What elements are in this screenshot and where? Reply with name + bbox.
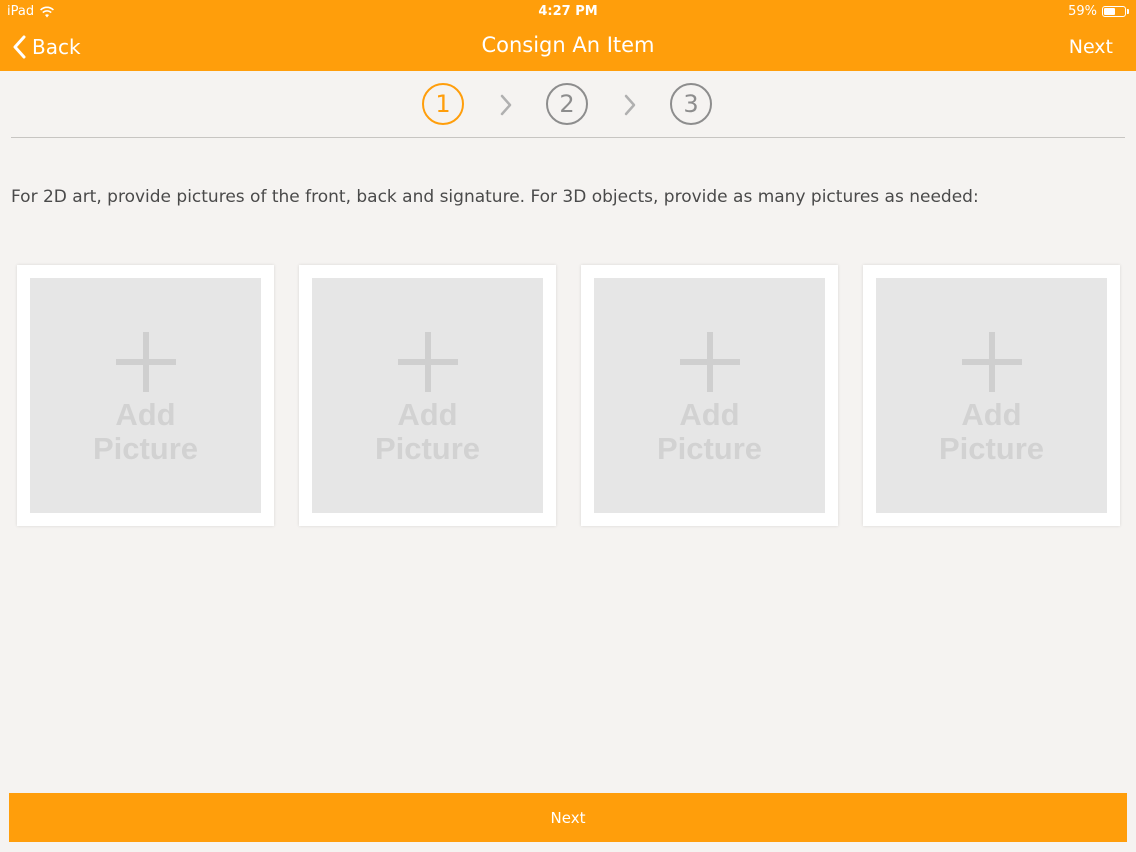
chevron-right-icon — [500, 94, 512, 116]
page-title: Consign An Item — [481, 33, 655, 57]
add-picture-label: Add Picture — [876, 398, 1107, 466]
battery-tip — [1127, 9, 1129, 14]
plus-icon — [398, 332, 458, 392]
chevron-right-icon — [624, 94, 636, 116]
step-2: 2 — [546, 83, 588, 125]
status-bar: iPad 4:27 PM 59% — [0, 0, 1136, 24]
battery-percent: 59% — [1068, 4, 1097, 19]
add-picture-line2: Picture — [374, 431, 481, 466]
add-picture-line2: Picture — [938, 431, 1045, 466]
step-1: 1 — [422, 83, 464, 125]
instructions-text: For 2D art, provide pictures of the fron… — [11, 187, 979, 207]
add-picture-label: Add Picture — [594, 398, 825, 466]
plus-icon — [116, 332, 176, 392]
plus-icon — [962, 332, 1022, 392]
battery-fill — [1104, 8, 1116, 15]
add-picture-button[interactable]: Add Picture — [581, 265, 838, 526]
plus-icon — [680, 332, 740, 392]
step-3: 3 — [670, 83, 712, 125]
add-picture-line1: Add — [961, 397, 1022, 432]
add-picture-button[interactable]: Add Picture — [17, 265, 274, 526]
add-picture-line2: Picture — [656, 431, 763, 466]
header: iPad 4:27 PM 59% Back Consign An Item Ne… — [0, 0, 1136, 71]
step-indicator: 1 2 3 — [0, 80, 1136, 130]
add-picture-label: Add Picture — [312, 398, 543, 466]
picture-placeholder: Add Picture — [30, 278, 261, 513]
add-picture-line1: Add — [115, 397, 176, 432]
add-picture-line1: Add — [679, 397, 740, 432]
add-picture-line1: Add — [397, 397, 458, 432]
add-picture-button[interactable]: Add Picture — [299, 265, 556, 526]
next-button[interactable]: Next — [9, 793, 1127, 842]
divider — [11, 137, 1125, 138]
picture-placeholder: Add Picture — [876, 278, 1107, 513]
add-picture-label: Add Picture — [30, 398, 261, 466]
picture-placeholder: Add Picture — [312, 278, 543, 513]
status-time: 4:27 PM — [538, 4, 598, 19]
status-right: 59% — [1068, 4, 1129, 19]
add-picture-line2: Picture — [92, 431, 199, 466]
battery-icon — [1102, 6, 1129, 17]
nav-next-button[interactable]: Next — [1069, 36, 1113, 58]
add-picture-button[interactable]: Add Picture — [863, 265, 1120, 526]
picture-placeholder: Add Picture — [594, 278, 825, 513]
